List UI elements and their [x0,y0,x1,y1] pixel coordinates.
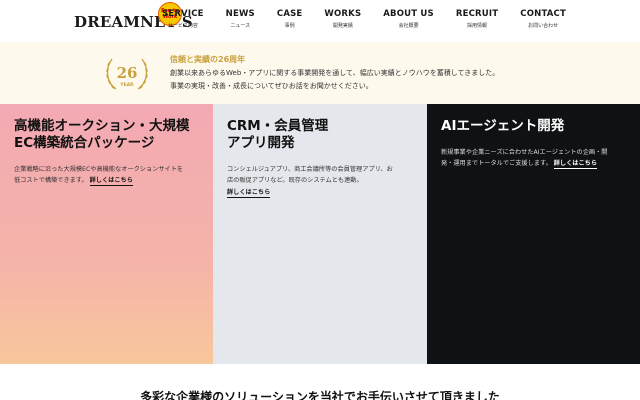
banner-text-line1: 創業以来あらゆるWeb・アプリに関する事業開発を通して、幅広い実績とノウハウを蓄… [170,69,500,77]
panel-desc-line2-text: 低コストで構築できます。 [14,177,88,184]
site-header: DREAMNET'S Fun to Work SERVICE サービス内容 NE… [0,0,640,42]
service-panel-ec[interactable]: 高機能オークション・大規模 EC構築統合パッケージ 企業戦略に沿った大規模ECや… [0,104,213,364]
service-panel-ai[interactable]: AIエージェント開発 新規事業や企業ニーズに合わせたAIエージェントの企画・開 … [427,104,640,364]
solutions-heading: 多彩な企業様のソリューションを当社でお手伝いさせて頂きました [140,390,500,400]
banner-text-line2: 事業の実現・改善・成長についてぜひお話をお聞かせください。 [170,82,373,90]
nav-sublabel: 開発実績 [332,23,353,29]
nav-sublabel: 採用情報 [467,23,488,29]
nav-item-service[interactable]: SERVICE サービス内容 [151,9,215,29]
banner-title: 信頼と実績の26周年 [170,55,246,64]
panel-title: AIエージェント開発 [441,118,626,135]
badge-number: 26 [117,64,138,82]
nav-label: WORKS [324,9,362,19]
panel-desc-line2: 低コストで構築できます。 詳しくはこちら [14,175,199,186]
details-link-wrap: 詳しくはこちら [227,187,271,198]
panel-title-line2: アプリ開発 [227,135,295,151]
panel-desc-line2-text: 発・運用までトータルでご支援します。 [441,160,552,167]
nav-sublabel: 事例 [284,23,295,29]
main-nav: SERVICE サービス内容 NEWS ニュース CASE 事例 WORKS 開… [151,9,566,29]
nav-label: CONTACT [520,9,566,19]
panel-title-line1: CRM・会員管理 [227,118,329,134]
anniversary-banner: 26 YEAR 信頼と実績の26周年 創業以来あらゆるWeb・アプリに関する事業… [0,42,640,104]
nav-sublabel: お問い合わせ [528,23,559,29]
nav-label: CASE [276,9,303,19]
panel-desc-line1: 新規事業や企業ニーズに合わせたAIエージェントの企画・開 [441,149,608,156]
panel-desc-line1: 企業戦略に沿った大規模ECや高機能なオークションサイトを [14,166,184,173]
nav-item-recruit[interactable]: RECRUIT 採用情報 [445,9,509,29]
nav-label: NEWS [225,9,255,19]
nav-sublabel: ニュース [230,23,251,29]
panel-desc-line1: コンシェルジュアプリ、商工会議所等の会員管理アプリ、お [227,166,393,173]
laurel-wreath-icon: 26 YEAR [106,58,148,90]
panel-description: 新規事業や企業ニーズに合わせたAIエージェントの企画・開 発・運用までトータルで… [441,147,626,169]
badge-unit: YEAR [119,82,134,88]
nav-label: RECRUIT [455,9,499,19]
nav-item-news[interactable]: NEWS ニュース [215,9,266,29]
nav-sublabel: サービス内容 [167,23,198,29]
service-panel-crm[interactable]: CRM・会員管理 アプリ開発 コンシェルジュアプリ、商工会議所等の会員管理アプリ… [213,104,427,364]
panel-title: 高機能オークション・大規模 EC構築統合パッケージ [14,118,199,152]
details-link[interactable]: 詳しくはこちら [553,160,598,169]
panel-title-line2: EC構築統合パッケージ [14,135,155,151]
nav-sublabel: 会社概要 [398,23,419,29]
nav-item-case[interactable]: CASE 事例 [266,9,314,29]
nav-item-contact[interactable]: CONTACT お問い合わせ [509,9,566,29]
nav-label: ABOUT US [383,9,434,19]
panel-desc-line2: 店の販促アプリなど。既存のシステムとも連動。 [227,177,363,184]
panel-title-line1: 高機能オークション・大規模 [14,118,190,134]
details-link[interactable]: 詳しくはこちら [89,177,133,186]
panel-title-line1: AIエージェント開発 [441,118,565,134]
panel-description: コンシェルジュアプリ、商工会議所等の会員管理アプリ、お 店の販促アプリなど。既存… [227,164,413,198]
nav-item-about[interactable]: ABOUT US 会社概要 [372,9,445,29]
nav-item-works[interactable]: WORKS 開発実績 [313,9,372,29]
panel-description: 企業戦略に沿った大規模ECや高機能なオークションサイトを 低コストで構築できます… [14,164,199,186]
panel-title: CRM・会員管理 アプリ開発 [227,118,413,152]
panel-desc-line2: 発・運用までトータルでご支援します。 詳しくはこちら [441,158,626,169]
details-link[interactable]: 詳しくはこちら [227,189,271,198]
nav-label: SERVICE [161,9,204,19]
